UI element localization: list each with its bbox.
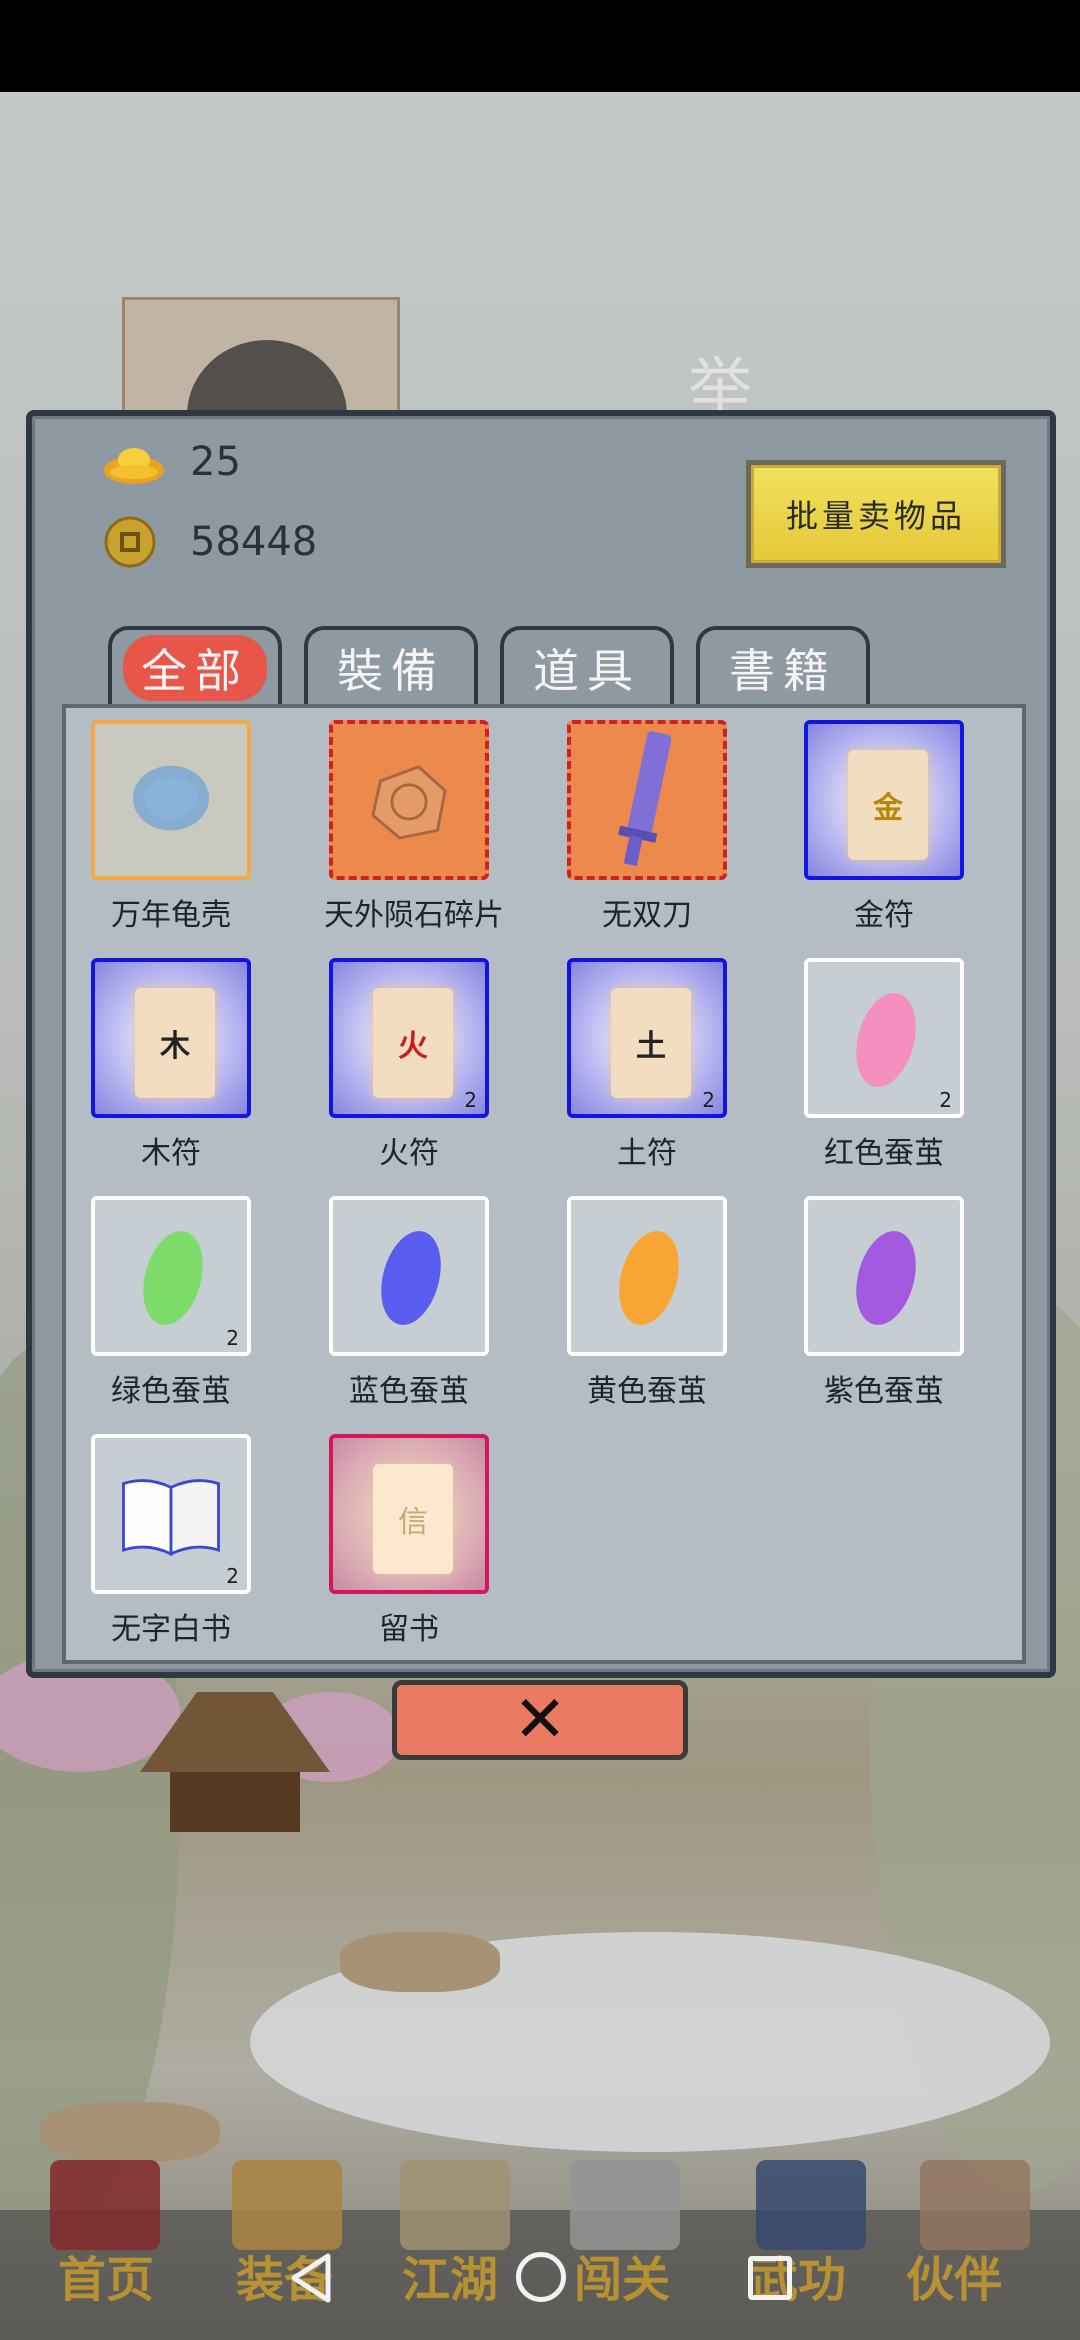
item-slot[interactable]: 2: [91, 1196, 251, 1356]
item-slot[interactable]: 木: [91, 958, 251, 1118]
item-name: 金符: [854, 898, 914, 933]
cocoon-icon: [846, 1224, 926, 1332]
inventory-item[interactable]: 2 绿色蚕茧: [86, 1196, 256, 1410]
cocoon-icon: [371, 1224, 451, 1332]
item-slot[interactable]: 信: [329, 1434, 489, 1594]
copper-coin-icon: [104, 516, 156, 568]
tab-books[interactable]: 書籍: [696, 626, 870, 706]
item-slot[interactable]: [91, 720, 251, 880]
item-name: 万年龟壳: [111, 898, 231, 933]
item-slot[interactable]: 金: [804, 720, 964, 880]
inventory-item[interactable]: 万年龟壳: [86, 720, 256, 934]
bulk-sell-button[interactable]: 批量卖物品: [746, 460, 1006, 568]
inventory-item[interactable]: 木木符: [86, 958, 256, 1172]
inventory-item[interactable]: 金金符: [799, 720, 969, 934]
talisman-icon: 木: [135, 988, 215, 1098]
item-name: 蓝色蚕茧: [349, 1374, 469, 1409]
inventory-item[interactable]: 2 无字白书: [86, 1434, 256, 1648]
tab-all[interactable]: 全部: [108, 626, 282, 706]
tab-equipment[interactable]: 裝備: [304, 626, 478, 706]
tab-props[interactable]: 道具: [500, 626, 674, 706]
item-count: 2: [939, 1088, 952, 1112]
inventory-item[interactable]: 火 2 火符: [324, 958, 494, 1172]
inventory-dialog: 25 58448 批量卖物品 全部 裝備 道具 書籍 万年龟壳 天外陨石碎片 无双刀…: [26, 410, 1056, 1678]
inventory-item[interactable]: 蓝色蚕茧: [324, 1196, 494, 1410]
ingot-count: 25: [190, 439, 241, 485]
cocoon-icon: [846, 986, 926, 1094]
item-slot[interactable]: 2: [91, 1434, 251, 1594]
coin-count: 58448: [190, 519, 318, 565]
item-name: 红色蚕茧: [824, 1136, 944, 1171]
item-slot[interactable]: [567, 1196, 727, 1356]
item-count: 2: [464, 1088, 477, 1112]
item-name: 绿色蚕茧: [111, 1374, 231, 1409]
item-name: 留书: [379, 1612, 439, 1647]
item-slot[interactable]: [329, 720, 489, 880]
letter-icon: 信: [373, 1464, 453, 1574]
item-count: 2: [702, 1088, 715, 1112]
item-count: 2: [226, 1326, 239, 1350]
item-name: 紫色蚕茧: [824, 1374, 944, 1409]
item-slot[interactable]: 2: [804, 958, 964, 1118]
item-name: 黄色蚕茧: [587, 1374, 707, 1409]
cocoon-icon: [609, 1224, 689, 1332]
item-slot[interactable]: [804, 1196, 964, 1356]
inventory-item[interactable]: 无双刀: [562, 720, 732, 934]
item-name: 土符: [617, 1136, 677, 1171]
item-name: 天外陨石碎片: [324, 898, 504, 933]
inventory-item[interactable]: 2 红色蚕茧: [799, 958, 969, 1172]
inventory-item[interactable]: 天外陨石碎片: [324, 720, 504, 934]
coin-row: 58448: [102, 516, 317, 568]
inventory-tabs: 全部 裝備 道具 書籍: [108, 626, 870, 706]
gold-ingot-icon: [104, 448, 164, 484]
item-grid: 万年龟壳 天外陨石碎片 无双刀金金符木木符火 2 火符土 2 土符 2 红色蚕茧 2 绿色蚕茧 蓝色蚕…: [62, 704, 1026, 1664]
item-slot[interactable]: [329, 1196, 489, 1356]
blade-icon: [618, 731, 672, 867]
talisman-icon: 金: [848, 750, 928, 860]
talisman-icon: 土: [611, 988, 691, 1098]
item-slot[interactable]: [567, 720, 727, 880]
item-count: 2: [226, 1564, 239, 1588]
item-name: 木符: [141, 1136, 201, 1171]
item-name: 无双刀: [602, 898, 692, 933]
status-bar: [0, 0, 1080, 92]
item-name: 无字白书: [111, 1612, 231, 1647]
item-slot[interactable]: 土2: [567, 958, 727, 1118]
inventory-item[interactable]: 黄色蚕茧: [562, 1196, 732, 1410]
turtle-shell-icon: [133, 765, 209, 831]
meteorite-icon: [371, 765, 447, 840]
ingot-row: 25: [102, 436, 241, 488]
book-icon: [122, 1479, 220, 1557]
inventory-item[interactable]: 信留书: [324, 1434, 494, 1648]
inventory-item[interactable]: 土 2 土符: [562, 958, 732, 1172]
inventory-item[interactable]: 紫色蚕茧: [799, 1196, 969, 1410]
cocoon-icon: [133, 1224, 213, 1332]
item-name: 火符: [379, 1136, 439, 1171]
talisman-icon: 火: [373, 988, 453, 1098]
item-slot[interactable]: 火2: [329, 958, 489, 1118]
close-button[interactable]: ✕: [392, 1680, 688, 1760]
